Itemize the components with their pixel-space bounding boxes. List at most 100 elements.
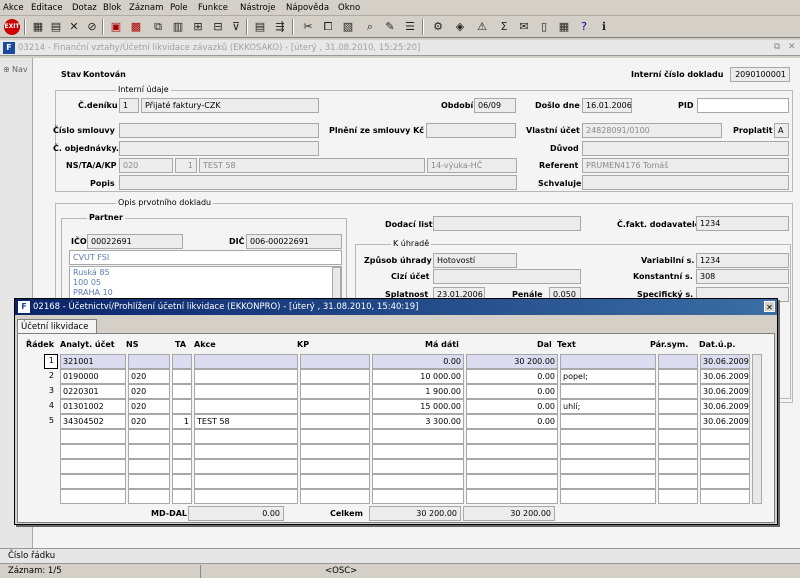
menu-pole[interactable]: Pole <box>170 3 188 13</box>
cell-akce[interactable] <box>194 459 298 474</box>
cell-ta[interactable] <box>172 429 192 444</box>
cell-madati[interactable] <box>372 489 464 504</box>
cell-dat[interactable] <box>700 474 750 489</box>
cell-ta[interactable] <box>172 384 192 399</box>
cell-dat[interactable] <box>700 444 750 459</box>
cell-ns[interactable]: 020 <box>128 369 170 384</box>
calendar-icon[interactable]: ▦ <box>556 19 572 35</box>
cell-madati[interactable]: 3 300.00 <box>372 414 464 429</box>
nav-label[interactable]: Nav <box>12 65 28 74</box>
cell-text[interactable] <box>560 459 656 474</box>
menu-editace[interactable]: Editace <box>31 3 63 13</box>
cell-madati[interactable]: 1 900.00 <box>372 384 464 399</box>
ico-field[interactable]: 00022691 <box>87 234 183 249</box>
cell-dal[interactable]: 0.00 <box>466 369 558 384</box>
obdobi-field[interactable]: 06/09 <box>474 98 516 113</box>
copy-icon[interactable]: ⧠ <box>320 19 336 35</box>
cell-ns[interactable] <box>128 489 170 504</box>
cell-dat[interactable]: 30.06.2009 <box>700 414 750 429</box>
cell-par[interactable] <box>658 384 698 399</box>
menu-blok[interactable]: Blok <box>103 3 121 13</box>
doslo-dne-field[interactable]: 16.01.2006 <box>582 98 632 113</box>
cell-ns[interactable] <box>128 429 170 444</box>
cell-kp[interactable] <box>300 444 370 459</box>
cell-dat[interactable]: 30.06.2009 <box>700 354 750 369</box>
popis-field[interactable] <box>119 175 517 190</box>
cell-dal[interactable] <box>466 459 558 474</box>
interni-cislo-field[interactable]: 2090100001 <box>730 67 790 82</box>
cizi-ucet-field[interactable] <box>433 269 581 284</box>
document-icon[interactable]: ▯ <box>536 19 552 35</box>
cell-madati[interactable] <box>372 474 464 489</box>
cell-kp[interactable] <box>300 459 370 474</box>
cell-par[interactable] <box>658 459 698 474</box>
edit-icon[interactable]: ✎ <box>382 19 398 35</box>
sum-icon[interactable]: Σ <box>496 19 512 35</box>
cell-dal[interactable] <box>466 444 558 459</box>
cell-akce[interactable] <box>194 354 298 369</box>
menu-dotaz[interactable]: Dotaz <box>72 3 97 13</box>
cislo-smlouvy-field[interactable] <box>119 123 319 138</box>
cell-madati[interactable] <box>372 429 464 444</box>
cell-akce[interactable] <box>194 429 298 444</box>
cell-kp[interactable] <box>300 474 370 489</box>
pid-field[interactable] <box>697 98 789 113</box>
export-icon[interactable]: ⇶ <box>272 19 288 35</box>
cell-dal[interactable] <box>466 489 558 504</box>
akce-field[interactable]: TEST 58 <box>199 158 425 173</box>
cell-ns[interactable] <box>128 474 170 489</box>
proplatit-field[interactable]: A <box>774 123 789 138</box>
cell-dal[interactable]: 0.00 <box>466 414 558 429</box>
cell-madati[interactable]: 15 000.00 <box>372 399 464 414</box>
md-dal-field[interactable]: 0.00 <box>188 506 284 521</box>
cell-text[interactable] <box>560 474 656 489</box>
cell-kp[interactable] <box>300 489 370 504</box>
cell-text[interactable] <box>560 384 656 399</box>
plneni-field[interactable] <box>426 123 516 138</box>
cell-akce[interactable] <box>194 444 298 459</box>
menu-akce[interactable]: Akce <box>3 3 24 13</box>
cell-ucet[interactable] <box>60 474 126 489</box>
save-icon[interactable]: ▦ <box>30 19 46 35</box>
tools-icon[interactable]: ⚙ <box>430 19 446 35</box>
cell-akce[interactable] <box>194 369 298 384</box>
cell-par[interactable] <box>658 444 698 459</box>
cell-kp[interactable] <box>300 354 370 369</box>
execute-icon[interactable]: ⊟ <box>210 19 226 35</box>
menu-zaznam[interactable]: Záznam <box>129 3 163 13</box>
cell-ucet[interactable]: 34304502 <box>60 414 126 429</box>
cell-text[interactable] <box>560 354 656 369</box>
list-icon[interactable]: ☰ <box>402 19 418 35</box>
cell-akce[interactable] <box>194 489 298 504</box>
cell-ns[interactable] <box>128 444 170 459</box>
cell-text[interactable] <box>560 489 656 504</box>
cell-ta[interactable] <box>172 399 192 414</box>
cdeniku-number-field[interactable]: 1 <box>119 98 139 113</box>
vlastni-ucet-field[interactable]: 24828091/0100 <box>582 123 722 138</box>
cell-ta[interactable] <box>172 474 192 489</box>
duvod-field[interactable] <box>582 141 789 156</box>
cell-kp[interactable] <box>300 429 370 444</box>
cell-par[interactable] <box>658 414 698 429</box>
lock-icon[interactable]: ▥ <box>170 19 186 35</box>
cell-ucet[interactable] <box>60 429 126 444</box>
nav-icon[interactable]: ⊕ <box>3 65 10 74</box>
cell-dat[interactable]: 30.06.2009 <box>700 384 750 399</box>
cell-ucet[interactable]: 01301002 <box>60 399 126 414</box>
cell-ucet[interactable]: 0220301 <box>60 384 126 399</box>
referent-field[interactable]: PRUMEN4176 Tomáš <box>582 158 789 173</box>
cell-dat[interactable]: 30.06.2009 <box>700 369 750 384</box>
cell-akce[interactable] <box>194 399 298 414</box>
cell-par[interactable] <box>658 399 698 414</box>
cell-madati[interactable] <box>372 459 464 474</box>
close-icon[interactable]: ✕ <box>788 42 796 52</box>
cell-akce[interactable] <box>194 474 298 489</box>
cell-kp[interactable] <box>300 369 370 384</box>
cell-par[interactable] <box>658 474 698 489</box>
cell-text[interactable]: uhlí; <box>560 399 656 414</box>
celkem-ma-dati-field[interactable]: 30 200.00 <box>369 506 461 521</box>
celkem-dal-field[interactable]: 30 200.00 <box>463 506 555 521</box>
cell-text[interactable] <box>560 429 656 444</box>
clear-icon[interactable]: ✕ <box>66 19 82 35</box>
menu-nastroje[interactable]: Nástroje <box>240 3 275 13</box>
